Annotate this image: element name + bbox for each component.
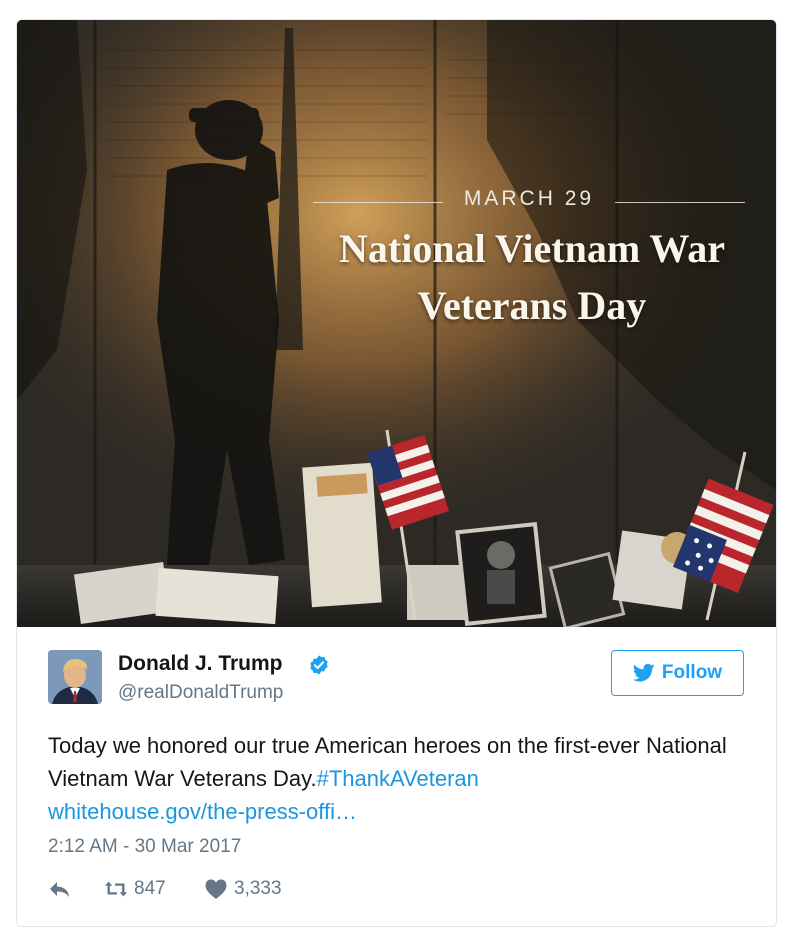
follow-button-label: Follow [661,662,723,683]
verified-badge-icon [310,655,328,675]
retweet-icon [104,881,128,897]
retweet-button[interactable]: 847 [104,878,166,900]
hashtag-link[interactable]: #ThankAVeteran [317,766,479,791]
media-title-line-2: Veterans Day [417,283,647,328]
media-title: National Vietnam War Veterans Day [293,220,771,334]
tweet-timestamp[interactable]: 2:12 AM - 30 Mar 2017 [48,836,241,858]
reply-icon [50,882,69,897]
author-name[interactable]: Donald J. Trump [118,652,283,676]
like-count: 3,333 [234,878,282,899]
tweet-text: Today we honored our true American heroe… [48,729,748,828]
avatar[interactable] [48,650,102,704]
avatar-portrait [48,650,102,704]
heart-icon [205,879,227,899]
twitter-bird-icon [632,663,655,682]
tweet-media-image[interactable]: MARCH 29 National Vietnam War Veterans D… [17,20,776,627]
url-link[interactable]: whitehouse.gov/the-press-offi… [48,799,357,824]
media-title-line-1: National Vietnam War [339,226,725,271]
follow-button[interactable]: Follow [611,650,744,696]
author-handle[interactable]: @realDonaldTrump [118,682,283,704]
like-button[interactable]: 3,333 [204,878,282,900]
tweet-card: MARCH 29 National Vietnam War Veterans D… [16,19,777,927]
reply-button[interactable] [48,878,72,900]
retweet-count: 847 [134,878,166,899]
